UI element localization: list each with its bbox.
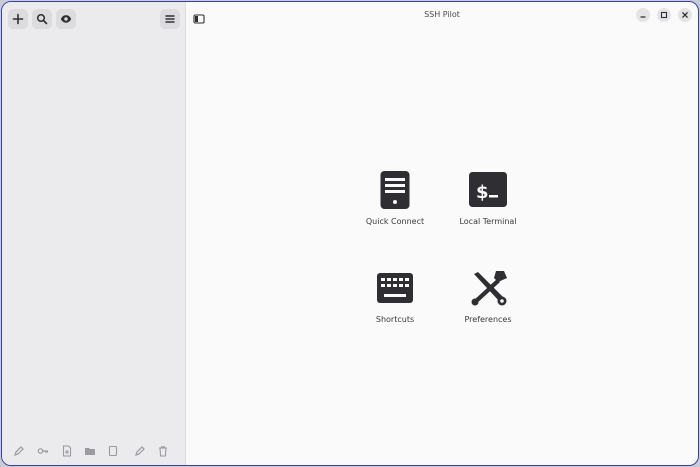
main-area: SSH Pilot Quick Connect $ Local Terminal… [186,2,698,465]
new-file-button[interactable] [61,442,73,457]
add-icon [12,13,24,25]
close-icon [682,12,688,18]
search-icon [36,13,48,25]
file-add-icon [62,445,72,457]
sidebar-toolbar [8,9,180,29]
keyboard-icon [377,273,413,303]
trash-icon [159,446,167,457]
search-button[interactable] [32,9,52,29]
copy-button[interactable] [107,442,119,457]
folder-button[interactable] [84,442,96,455]
close-button[interactable] [678,8,692,22]
preferences-tile[interactable]: Preferences [440,268,536,324]
key-icon [37,448,49,454]
tile-label: Shortcuts [375,315,415,324]
minimize-button[interactable] [636,8,650,22]
rename-button[interactable] [134,442,146,456]
quick-connect-tile[interactable]: Quick Connect [347,170,443,226]
tools-icon [471,271,507,306]
server-icon [380,171,410,209]
sidebar-actions [13,442,174,457]
sidebar [2,2,186,465]
add-connection-button[interactable] [8,9,28,29]
menu-button[interactable] [160,9,180,29]
edit-icon [135,446,145,456]
key-button[interactable] [37,442,49,454]
maximize-icon [660,11,668,19]
view-toggle-button[interactable] [56,9,76,29]
app-window: SSH Pilot Quick Connect $ Local Terminal… [1,1,699,466]
header-bar: SSH Pilot [186,2,698,30]
folder-icon [85,448,95,455]
window-title: SSH Pilot [424,10,460,19]
svg-text:$: $ [476,182,489,203]
maximize-button[interactable] [657,8,671,22]
shortcuts-tile[interactable]: Shortcuts [347,268,443,324]
tile-label: Preferences [464,315,512,324]
local-terminal-tile[interactable]: $ Local Terminal [440,170,536,226]
eye-icon [60,15,72,23]
pencil-icon [14,446,24,456]
menu-icon [165,15,175,23]
minimize-icon [640,16,646,18]
copy-icon [108,445,118,457]
delete-button[interactable] [157,442,169,457]
terminal-icon: $ [469,172,507,207]
tile-label: Local Terminal [459,217,517,226]
tile-label: Quick Connect [365,217,425,226]
edit-connection-button[interactable] [13,442,25,456]
